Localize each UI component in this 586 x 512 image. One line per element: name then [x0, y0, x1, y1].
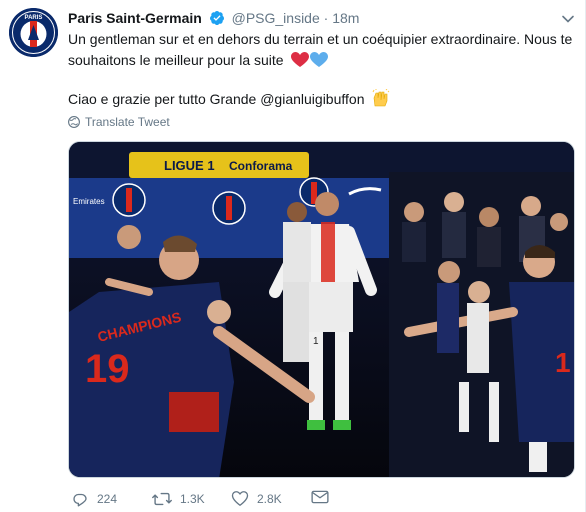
jersey-left-number: 19 [85, 347, 130, 391]
tweet-text-line-3: Ciao e grazie per tutto Grande @gianluig… [68, 89, 578, 110]
like-button[interactable]: 2.8K [231, 490, 282, 507]
direct-message-button[interactable] [311, 490, 337, 504]
chevron-down-icon[interactable] [561, 12, 575, 26]
tweet-text: Un gentleman sur et en dehors du terrain… [68, 29, 578, 110]
ligue1-banner-text: LIGUE 1 [164, 158, 215, 173]
raising-hands-icon [372, 89, 390, 107]
psg-logo-icon: PARIS [9, 8, 58, 57]
tweet-text-line-1: Un gentleman sur et en dehors du terrain… [68, 31, 573, 47]
envelope-icon [311, 490, 329, 504]
reply-icon [73, 493, 87, 507]
player-number: 1 [313, 336, 319, 347]
wall-sponsor-text: Emirates [73, 197, 105, 206]
red-heart-icon [291, 52, 310, 67]
retweet-icon [152, 492, 172, 506]
timestamp[interactable]: 18m [332, 10, 359, 26]
blue-heart-icon [310, 52, 329, 67]
author-handle[interactable]: @PSG_inside [232, 10, 320, 26]
like-count: 2.8K [257, 491, 282, 506]
reply-count: 224 [97, 492, 118, 506]
tweet-photo[interactable]: LIGUE 1 Conforama Emirates 1 CHAMPIONS 1… [68, 141, 575, 478]
tweet-text-line-2: souhaitons le meilleur pour la suite [68, 50, 578, 71]
reply-button[interactable]: 224 [71, 490, 117, 508]
tweet-text-line-3-text: Ciao e grazie per tutto Grande @gianluig… [68, 91, 365, 107]
tweet[interactable]: PARIS Paris Saint-Germain @PSG_inside · … [0, 0, 586, 512]
tweet-actions: 224 1.3K 2.8K [68, 490, 368, 512]
author-name[interactable]: Paris Saint-Germain [68, 10, 202, 26]
second-player [283, 202, 311, 362]
retweet-button[interactable]: 1.3K [152, 490, 205, 508]
tweet-header: Paris Saint-Germain @PSG_inside · 18m [68, 9, 359, 27]
avatar[interactable]: PARIS [9, 8, 58, 57]
retweet-count: 1.3K [180, 492, 205, 506]
avatar-text: PARIS [25, 15, 43, 21]
heart-icon [231, 491, 249, 506]
right-jersey-number: 1 [555, 347, 571, 378]
translate-tweet-label: Translate Tweet [85, 115, 170, 129]
translate-tweet-link[interactable]: Translate Tweet [68, 115, 170, 129]
globe-icon [68, 116, 80, 128]
tweet-text-line-2-text: souhaitons le meilleur pour la suite [68, 52, 284, 68]
verified-badge-icon [209, 11, 224, 26]
separator-dot: · [323, 10, 329, 26]
banner-sponsor-text: Conforama [229, 159, 293, 173]
photo-players-tunnel: LIGUE 1 Conforama Emirates 1 CHAMPIONS 1… [69, 142, 574, 477]
